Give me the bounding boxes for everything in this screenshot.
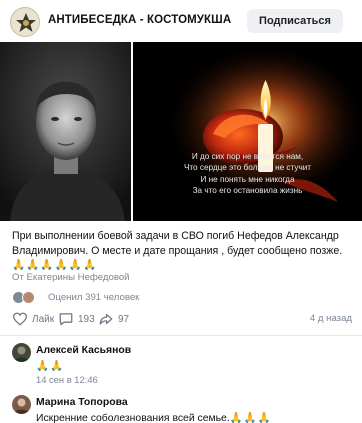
candle-verse-line: За что его остановила жизнь [192, 186, 303, 196]
comment-item: Алексей Касьянов 🙏🙏 14 сен в 12:46 [12, 343, 352, 387]
portrait-image [0, 42, 131, 221]
like-button[interactable]: Лайк [12, 310, 54, 328]
post-actions: Лайк 193 97 4 д назад [12, 310, 352, 328]
comment-text: Искренние соболезнования всей семье.🙏🙏🙏 [36, 411, 272, 423]
comment-author[interactable]: Марина Топорова [36, 397, 128, 408]
candle-verse-line: И не понять мне никогда [200, 174, 295, 184]
share-icon [99, 313, 113, 325]
group-emblem-icon [12, 9, 39, 36]
candle-verse: И до сих пор не верится нам, Что сердце … [133, 151, 362, 197]
post-header: АНТИБЕСЕДКА - КОСТОМУКША Подписаться [0, 0, 362, 42]
candle-verse-line: И до сих пор не верится нам, [191, 152, 304, 161]
comment-text: 🙏🙏 [36, 361, 64, 372]
user-avatar-icon [12, 395, 31, 414]
group-name[interactable]: АНТИБЕСЕДКА - КОСТОМУКША [48, 14, 231, 26]
post-author[interactable]: От Екатерины Нефедовой [12, 272, 130, 283]
comment-text-emoji: 🙏🙏🙏 [229, 413, 272, 423]
candle-verse-line: Что сердце это больше не стучит [183, 163, 312, 173]
comments-button[interactable]: 193 [58, 310, 95, 328]
comment-icon [59, 313, 73, 326]
post-date[interactable]: 4 д назад [310, 313, 352, 324]
post-photo-portrait[interactable] [0, 42, 131, 221]
avatar[interactable] [12, 395, 31, 414]
post-photo-candle[interactable]: И до сих пор не верится нам, Что сердце … [133, 42, 362, 221]
share-button[interactable]: 97 [98, 310, 129, 328]
user-avatar-icon [12, 343, 31, 362]
post-text: При выполнении боевой задачи в СВО погиб… [12, 229, 352, 273]
subscribe-button[interactable]: Подписаться [247, 9, 343, 33]
like-label: Лайк [32, 313, 55, 325]
reaction-avatar [22, 291, 35, 304]
heart-icon [12, 312, 28, 326]
rating-row[interactable]: Оценил 391 человек [12, 291, 212, 305]
comments-count: 193 [78, 313, 95, 325]
comment-author[interactable]: Алексей Касьянов [36, 345, 131, 356]
post-text-body: При выполнении боевой задачи в СВО погиб… [12, 230, 343, 257]
shares-count: 97 [118, 313, 130, 325]
comment-item: Марина Топорова Искренние соболезнования… [12, 395, 352, 423]
rating-text: Оценил 391 человек [48, 292, 140, 303]
comment-text-body: Искренние соболезнования всей семье. [36, 413, 230, 423]
group-avatar[interactable] [10, 7, 40, 37]
avatar[interactable] [12, 343, 31, 362]
comment-time[interactable]: 14 сен в 12:46 [36, 374, 98, 385]
divider [0, 335, 362, 336]
post-text-emoji: 🙏🙏🙏🙏🙏🙏 [12, 259, 98, 271]
